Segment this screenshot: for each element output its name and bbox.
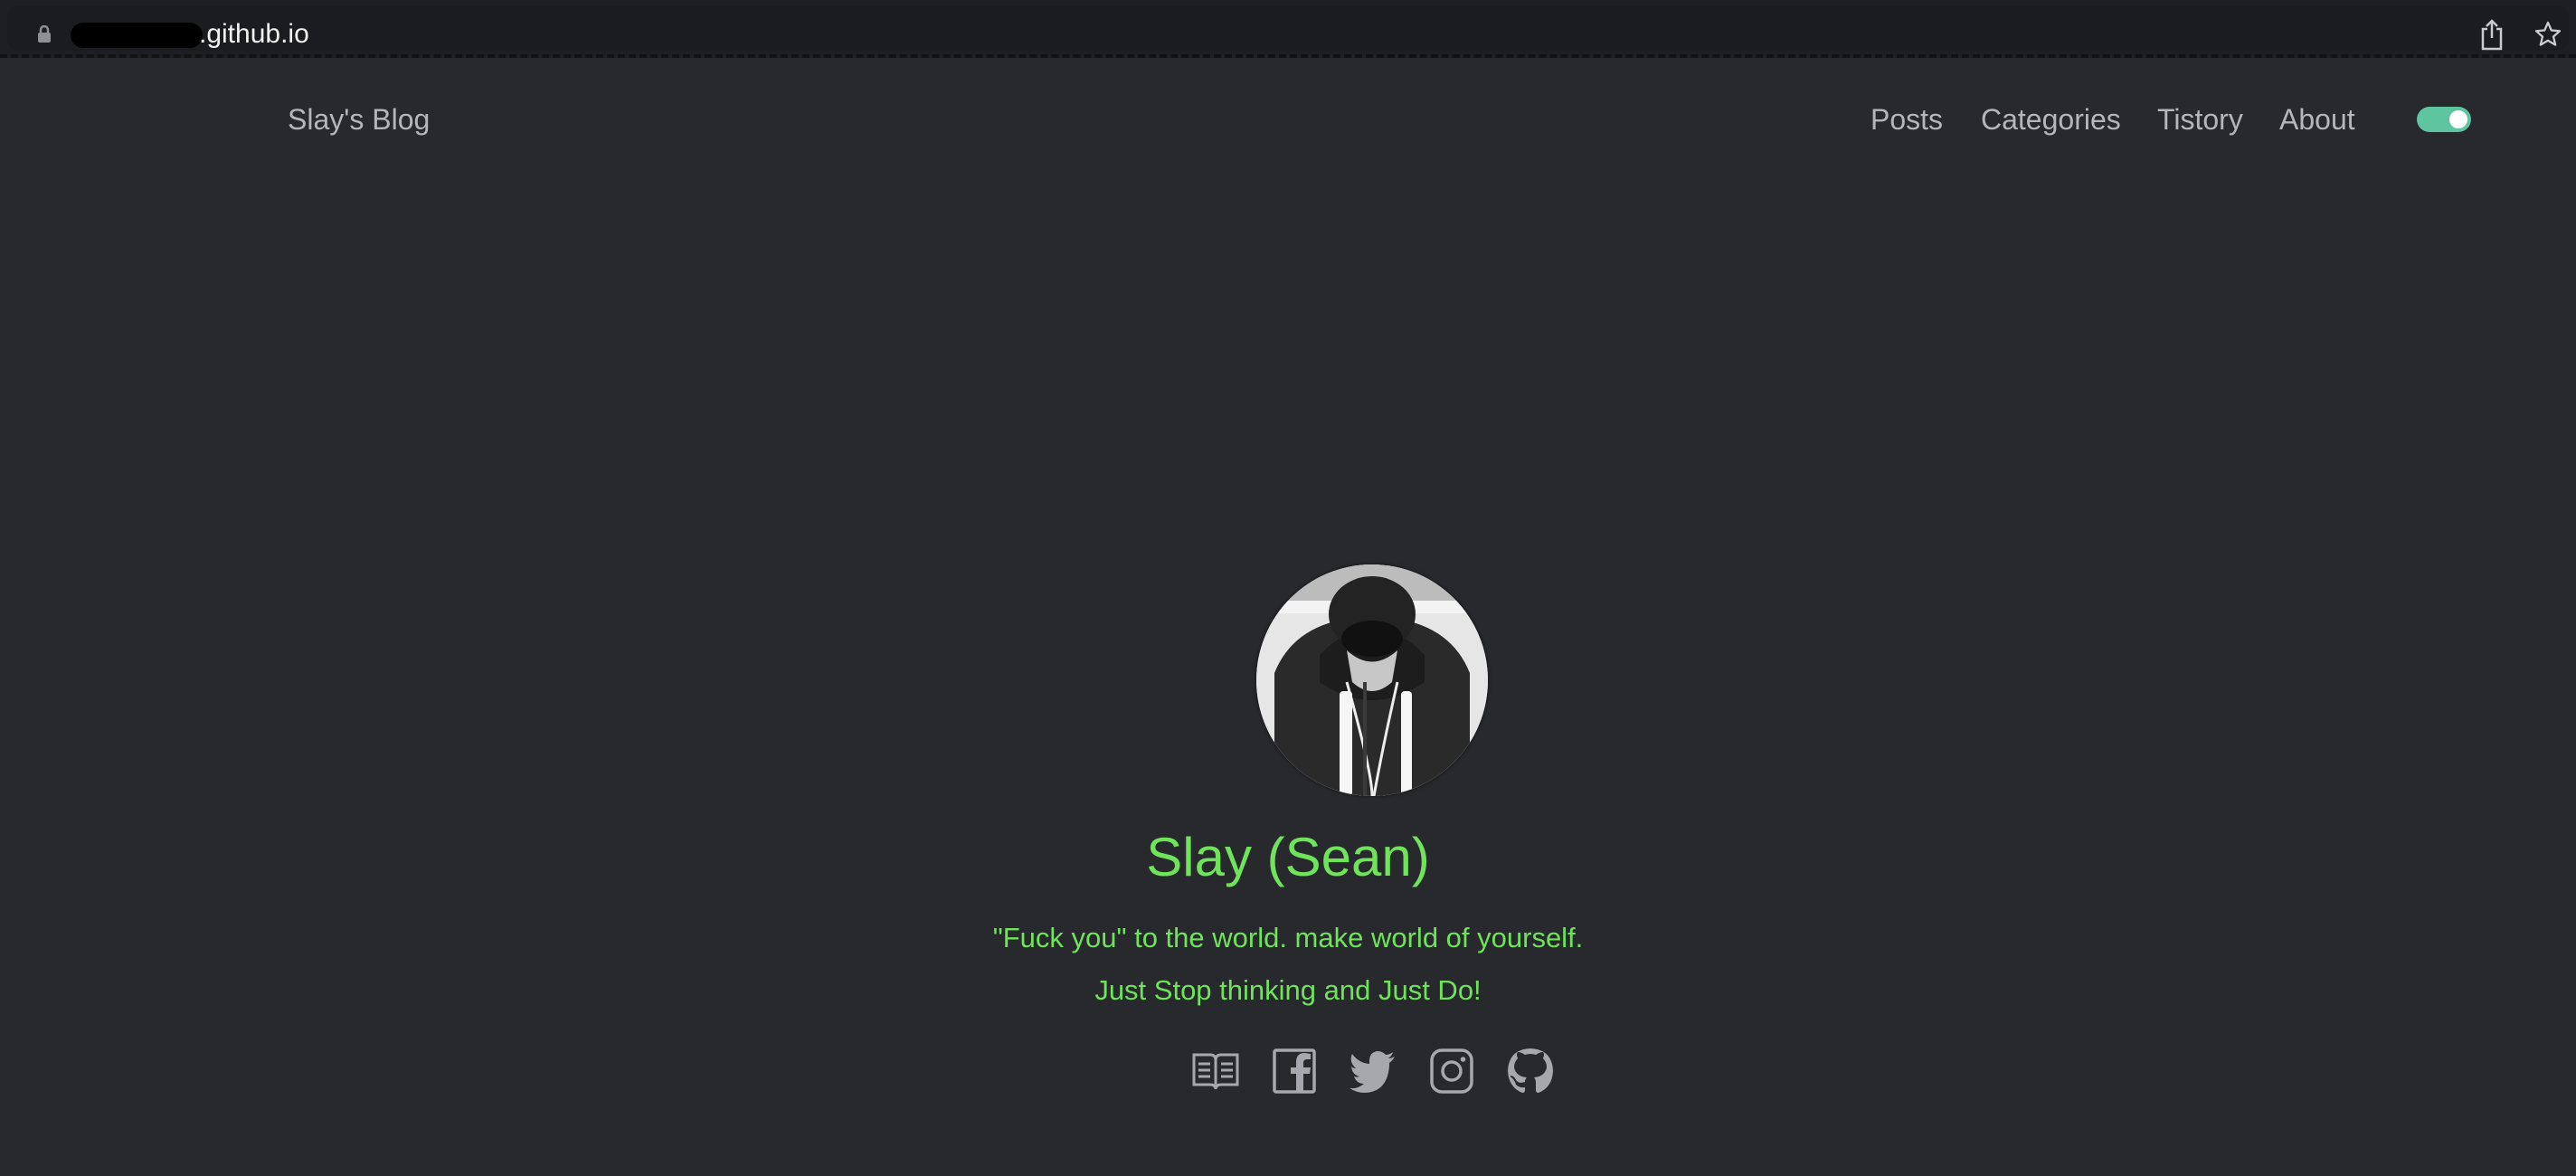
facebook-icon[interactable] (1269, 1048, 1320, 1095)
avatar (1256, 564, 1488, 796)
bio-line-2: Just Stop thinking and Just Do! (1094, 974, 1482, 1006)
browser-toolbar: .github.io (0, 0, 2576, 58)
url-text[interactable]: .github.io (199, 18, 309, 51)
address-bar[interactable]: .github.io (7, 5, 2569, 51)
url-redaction (71, 23, 203, 48)
bio-line-1: "Fuck you" to the world. make world of y… (992, 922, 1584, 953)
instagram-icon[interactable] (1426, 1048, 1477, 1095)
site-title[interactable]: Slay's Blog (288, 101, 430, 138)
toggle-knob (2449, 110, 2467, 128)
profile-name: Slay (Sean) (1146, 827, 1430, 887)
nav-posts[interactable]: Posts (1870, 101, 1943, 138)
theme-toggle[interactable] (2417, 107, 2471, 132)
lock-icon (38, 25, 51, 43)
nav-categories[interactable]: Categories (1981, 101, 2121, 138)
nav-about[interactable]: About (2279, 101, 2355, 138)
share-icon[interactable] (2479, 18, 2505, 51)
blog-icon[interactable] (1190, 1048, 1241, 1095)
nav-tistory[interactable]: Tistory (2157, 101, 2243, 138)
star-icon[interactable] (2533, 20, 2562, 49)
avatar-photo (1256, 564, 1488, 796)
github-icon[interactable] (1505, 1048, 1556, 1095)
twitter-icon[interactable] (1348, 1048, 1398, 1095)
